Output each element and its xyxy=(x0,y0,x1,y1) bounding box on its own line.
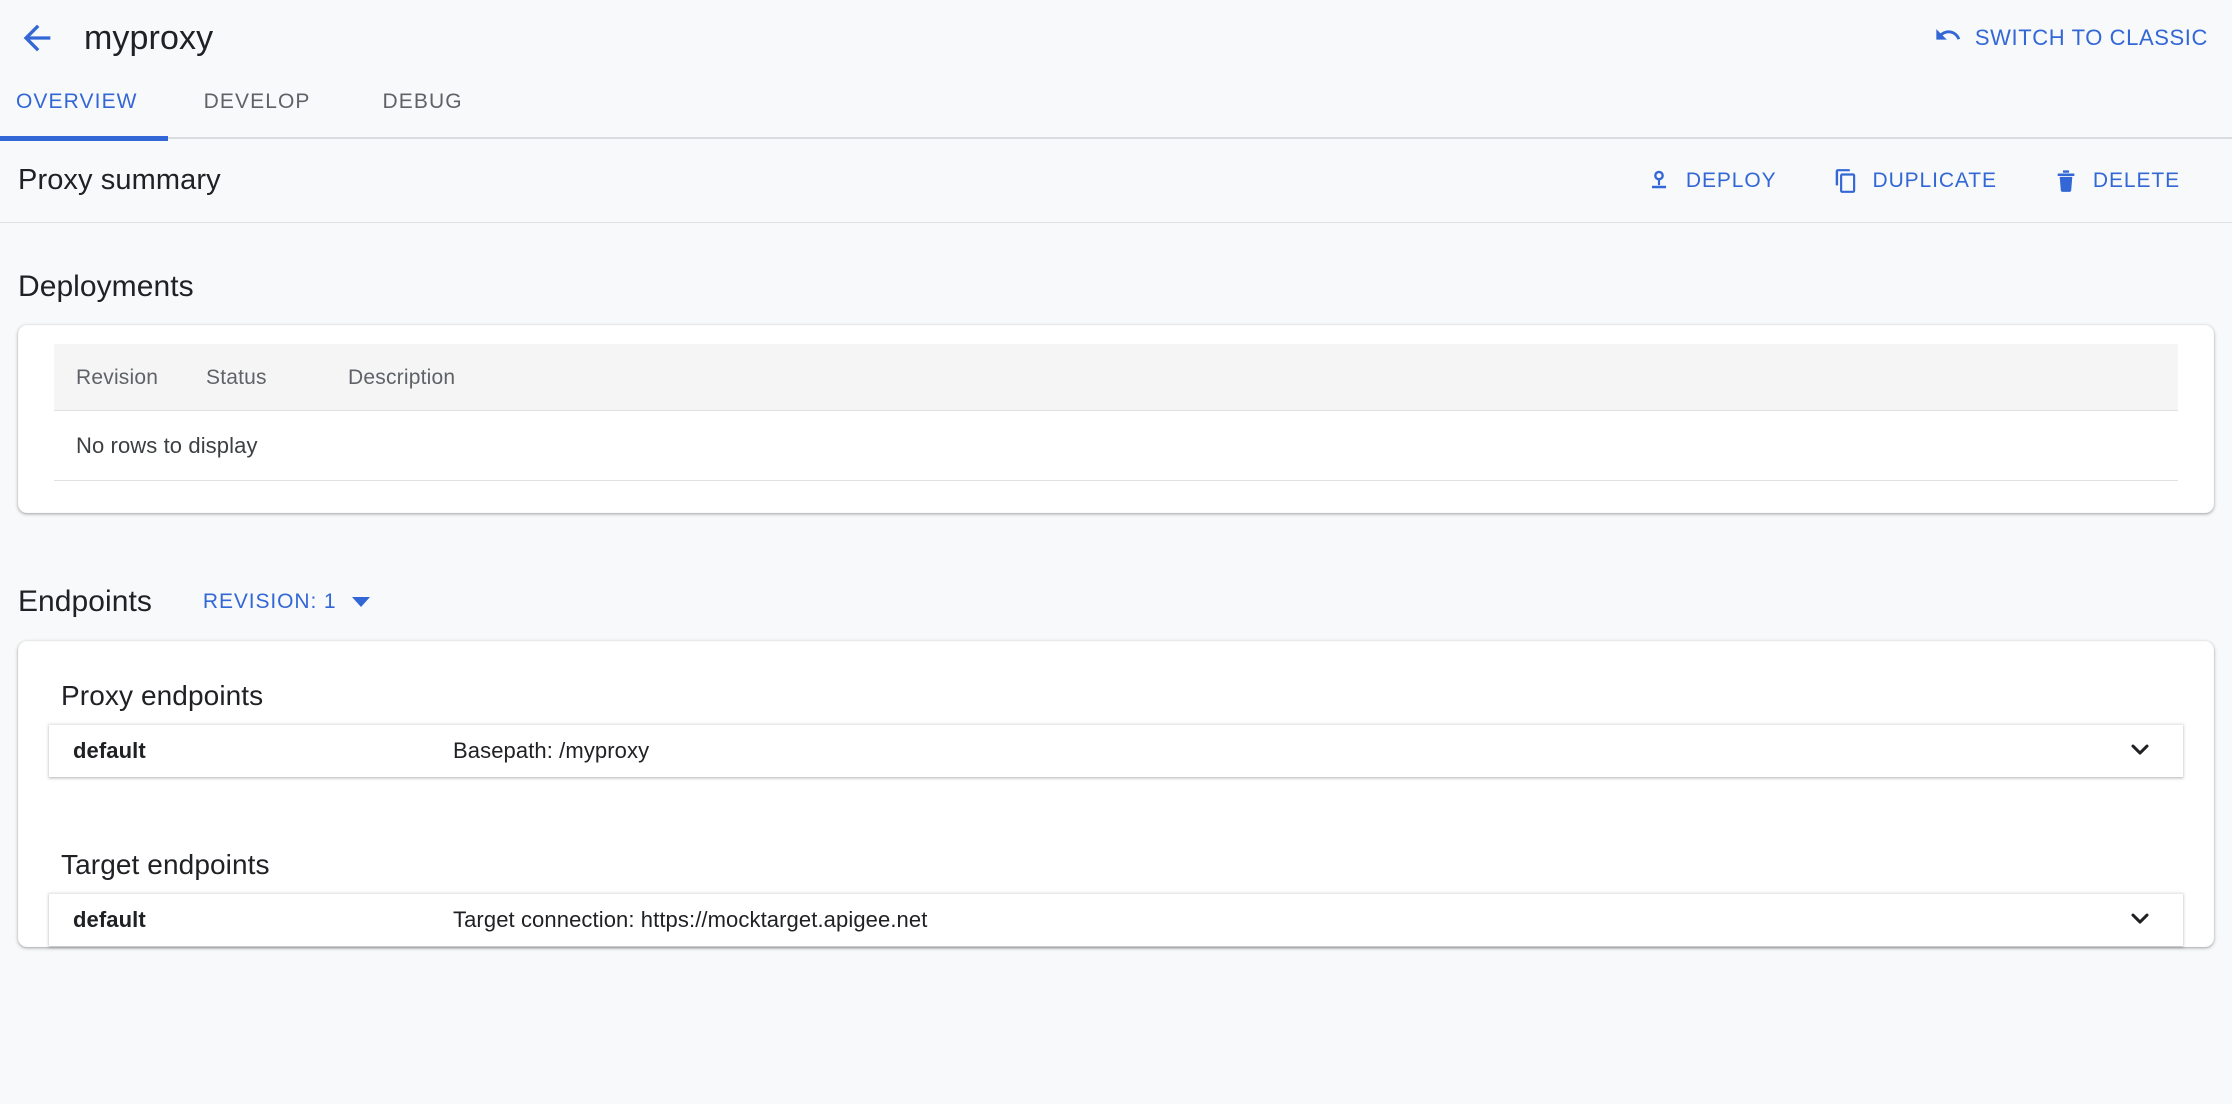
main-content: Deployments Revision Status Description … xyxy=(0,223,2232,947)
page-title: myproxy xyxy=(84,19,214,57)
empty-state-message: No rows to display xyxy=(54,410,2178,481)
tab-overview-label: OVERVIEW xyxy=(16,90,138,113)
revision-selector[interactable]: REVISION: 1 xyxy=(203,590,370,614)
delete-label: DELETE xyxy=(2092,168,2180,192)
tab-debug-label: DEBUG xyxy=(382,90,463,113)
expand-target-endpoint-button[interactable] xyxy=(2123,903,2157,937)
top-bar-actions: SWITCH TO CLASSIC xyxy=(1934,21,2232,55)
copy-icon xyxy=(1833,168,1859,194)
switch-to-classic-button[interactable]: SWITCH TO CLASSIC xyxy=(1934,21,2208,55)
endpoints-group-spacer xyxy=(49,777,2183,839)
arrow-back-icon xyxy=(17,18,57,58)
publish-icon xyxy=(1646,168,1672,194)
proxy-endpoint-row-default[interactable]: default Basepath: /myproxy xyxy=(49,724,2183,777)
endpoints-heading: Endpoints xyxy=(18,585,152,618)
top-app-bar: myproxy SWITCH TO CLASSIC xyxy=(0,0,2232,76)
chevron-down-icon xyxy=(2126,735,2154,768)
deployments-table-body: No rows to display xyxy=(54,410,2178,481)
deployments-card: Revision Status Description No rows to d… xyxy=(18,325,2214,513)
deployments-table-header: Revision Status Description xyxy=(54,344,2178,411)
column-header-status[interactable]: Status xyxy=(206,344,348,411)
endpoint-detail: Basepath: /myproxy xyxy=(453,738,650,763)
expand-proxy-endpoint-button[interactable] xyxy=(2123,734,2157,768)
endpoint-name: default xyxy=(73,907,146,932)
endpoints-card: Proxy endpoints default Basepath: /mypro… xyxy=(18,641,2214,947)
tab-develop-label: DEVELOP xyxy=(203,90,311,113)
deploy-button[interactable]: DEPLOY xyxy=(1618,160,1805,202)
chevron-down-icon xyxy=(351,597,370,607)
chevron-down-icon xyxy=(2126,904,2154,937)
column-header-revision[interactable]: Revision xyxy=(54,344,206,411)
duplicate-button[interactable]: DUPLICATE xyxy=(1805,160,2025,202)
tab-debug[interactable]: DEBUG xyxy=(347,90,499,139)
tab-develop[interactable]: DEVELOP xyxy=(168,90,347,139)
target-endpoint-row-default[interactable]: default Target connection: https://mockt… xyxy=(49,893,2183,946)
tab-overview[interactable]: OVERVIEW xyxy=(0,90,168,141)
endpoint-name: default xyxy=(73,738,146,763)
tab-bar: OVERVIEW DEVELOP DEBUG xyxy=(0,76,2232,141)
back-button[interactable] xyxy=(14,15,60,61)
proxy-summary-actions: DEPLOY DUPLICATE DELETE xyxy=(1618,160,2208,202)
endpoint-detail: Target connection: https://mocktarget.ap… xyxy=(453,907,928,932)
proxy-summary-title: Proxy summary xyxy=(18,164,221,196)
endpoints-header: Endpoints REVISION: 1 xyxy=(18,513,2214,641)
trash-icon xyxy=(2053,168,2079,194)
deploy-label: DEPLOY xyxy=(1685,168,1777,192)
proxy-endpoints-heading: Proxy endpoints xyxy=(61,680,264,711)
table-row-empty: No rows to display xyxy=(54,410,2178,481)
switch-to-classic-label: SWITCH TO CLASSIC xyxy=(1974,25,2208,50)
target-endpoints-heading: Target endpoints xyxy=(61,849,270,880)
deployments-heading: Deployments xyxy=(18,270,194,303)
proxy-summary-bar: Proxy summary DEPLOY DUPLICATE DELETE xyxy=(0,139,2232,223)
deployments-table: Revision Status Description No rows to d… xyxy=(54,344,2178,481)
undo-icon xyxy=(1934,21,1962,55)
table-header-row: Revision Status Description xyxy=(54,344,2178,411)
delete-button[interactable]: DELETE xyxy=(2025,160,2208,202)
revision-selector-label: REVISION: 1 xyxy=(202,590,337,613)
column-header-description[interactable]: Description xyxy=(348,344,2178,411)
duplicate-label: DUPLICATE xyxy=(1872,168,1997,192)
